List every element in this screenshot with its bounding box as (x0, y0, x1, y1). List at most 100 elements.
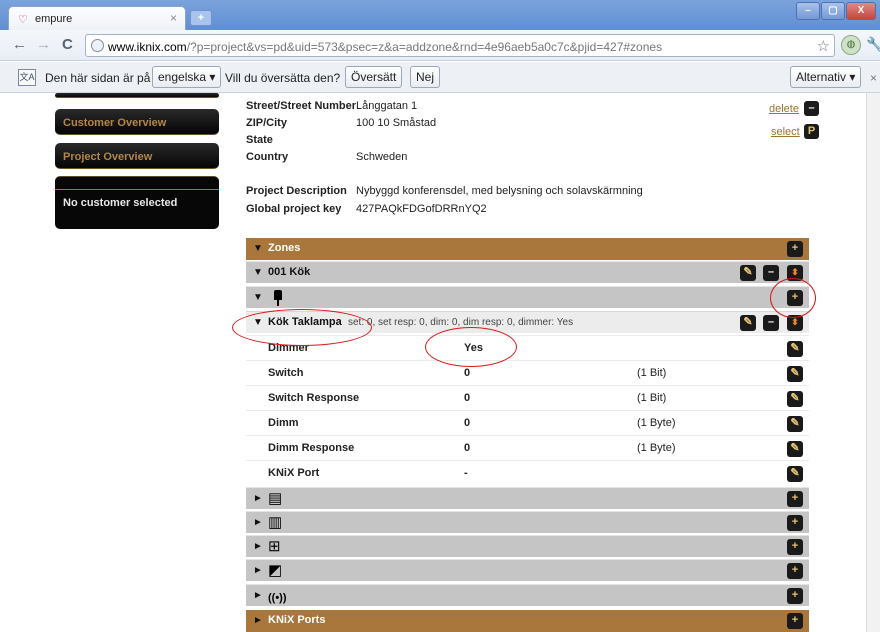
select-project-icon[interactable]: P (804, 124, 819, 139)
edit-property-icon[interactable]: ✎ (787, 391, 803, 407)
devices-icon: ◩ (268, 562, 283, 579)
translate-close-icon[interactable]: × (870, 71, 877, 85)
lamp-icon (274, 290, 282, 306)
wireless-category-row[interactable]: ► ((•)) + (246, 584, 809, 606)
annotation-circle (770, 278, 816, 318)
edit-device-icon[interactable]: ✎ (740, 315, 756, 331)
property-row: Dimm 0 (1 Byte) ✎ (246, 410, 809, 435)
project-overview-button[interactable]: Project Overview (55, 143, 219, 169)
collapse-arrow-icon[interactable]: ► (253, 517, 263, 528)
devices-category-row[interactable]: ► ◩ + (246, 559, 809, 581)
wrench-menu-icon[interactable]: 🔧 (866, 36, 880, 53)
add-device-button[interactable]: + (787, 491, 803, 507)
add-device-button[interactable]: + (787, 515, 803, 531)
window-controls: – ▢ X (796, 2, 876, 20)
extension-icon[interactable]: ◍ (841, 35, 861, 55)
description-label: Project Description (246, 185, 347, 197)
project-key-label: Global project key (246, 203, 342, 215)
collapse-arrow-icon[interactable]: ► (253, 565, 263, 576)
reload-icon[interactable]: C (62, 37, 73, 53)
delete-link[interactable]: delete (769, 103, 799, 115)
collapse-arrow-icon[interactable]: ► (253, 493, 263, 504)
edit-zone-icon[interactable]: ✎ (740, 265, 756, 281)
property-row: KNiX Port - ✎ (246, 460, 809, 485)
zone-row[interactable]: ▼ 001 Kök ✎ – ⬍ (246, 261, 809, 283)
property-name: Switch Response (268, 392, 360, 404)
add-device-button[interactable]: + (787, 539, 803, 555)
street-value: Långgatan 1 (356, 100, 418, 112)
no-customer-text: No customer selected (63, 197, 178, 209)
computers-category-row[interactable]: ► ⊞ + (246, 535, 809, 557)
add-port-button[interactable]: + (787, 613, 803, 629)
bookmark-star-icon[interactable]: ☆ (817, 37, 830, 55)
knix-ports-row[interactable]: ► KNiX Ports + (246, 610, 809, 632)
customer-panel: No customer selected (55, 176, 219, 229)
url-text: www.iknix.com/?p=project&vs=pd&uid=573&p… (108, 40, 663, 54)
expand-arrow-icon[interactable]: ▼ (253, 243, 263, 254)
blinds-icon: ▤ (268, 490, 283, 507)
minimize-button[interactable]: – (796, 2, 820, 20)
zones-header-row[interactable]: ▼ Zones + (246, 238, 809, 260)
lighting-category-row[interactable]: ▼ + (246, 286, 809, 308)
page-scrollbar[interactable] (866, 93, 880, 632)
close-window-button[interactable]: X (846, 2, 876, 20)
add-device-button[interactable]: + (787, 588, 803, 604)
property-size: (1 Byte) (637, 442, 676, 454)
collapse-arrow-icon[interactable]: ► (253, 541, 263, 552)
collapse-arrow-icon[interactable]: ► (253, 615, 263, 626)
site-favicon-icon: ♡ (18, 14, 28, 26)
property-name: Dimm (268, 417, 299, 429)
select-link[interactable]: select (771, 126, 800, 138)
property-value: 0 (464, 392, 471, 404)
translate-button[interactable]: Översätt (345, 66, 403, 88)
expand-arrow-icon[interactable]: ▼ (253, 267, 263, 278)
description-value: Nybyggd konferensdel, med belysning och … (356, 185, 643, 197)
country-label: Country (246, 151, 289, 163)
country-value: Schweden (356, 151, 408, 163)
property-size: (1 Bit) (637, 392, 667, 404)
back-icon[interactable]: ← (12, 37, 27, 53)
language-select[interactable]: engelska ▾ (152, 66, 222, 88)
property-row: Switch 0 (1 Bit) ✎ (246, 360, 809, 385)
customer-overview-button[interactable]: Customer Overview (55, 109, 219, 135)
edit-property-icon[interactable]: ✎ (787, 366, 803, 382)
expand-arrow-icon[interactable]: ▼ (253, 292, 263, 303)
collapse-arrow-icon[interactable]: ► (253, 590, 263, 601)
edit-property-icon[interactable]: ✎ (787, 341, 803, 357)
zip-value: 100 10 Småstad (356, 117, 437, 129)
radiator-category-row[interactable]: ► ▥ + (246, 511, 809, 533)
window-titlebar: ♡ empure × + – ▢ X (0, 0, 880, 30)
maximize-button[interactable]: ▢ (821, 2, 845, 20)
remove-device-icon[interactable]: – (763, 315, 779, 331)
panel-divider (55, 189, 219, 190)
tab-close-icon[interactable]: × (170, 11, 177, 25)
browser-tab[interactable]: ♡ empure × (8, 6, 186, 30)
new-tab-button[interactable]: + (190, 10, 212, 26)
zip-label: ZIP/City (246, 117, 287, 129)
add-device-button[interactable]: + (787, 563, 803, 579)
translate-options-button[interactable]: Alternativ ▾ (790, 66, 862, 88)
property-value: 0 (464, 367, 471, 379)
project-key-value: 427PAQkFDGofDRRnYQ2 (356, 203, 487, 215)
no-translate-button[interactable]: Nej (410, 66, 441, 88)
property-row: Switch Response 0 (1 Bit) ✎ (246, 385, 809, 410)
translate-prefix: Den här sidan är på (45, 71, 151, 85)
edit-property-icon[interactable]: ✎ (787, 466, 803, 482)
blinds-category-row[interactable]: ► ▤ + (246, 487, 809, 509)
edit-property-icon[interactable]: ✎ (787, 441, 803, 457)
address-bar[interactable]: www.iknix.com/?p=project&vs=pd&uid=573&p… (85, 34, 835, 57)
device-meta: set: 0, set resp: 0, dim: 0, dim resp: 0… (348, 317, 574, 328)
zone-name: 001 Kök (268, 266, 311, 278)
property-name: KNiX Port (268, 467, 320, 479)
add-zone-button[interactable]: + (787, 241, 803, 257)
remove-zone-icon[interactable]: – (763, 265, 779, 281)
property-value: 0 (464, 417, 471, 429)
edit-property-icon[interactable]: ✎ (787, 416, 803, 432)
delete-icon[interactable]: – (804, 101, 819, 116)
property-name: Dimm Response (268, 442, 355, 454)
page-info-icon[interactable] (91, 39, 104, 52)
property-size: (1 Bit) (637, 367, 667, 379)
sidebar-top-button[interactable] (55, 93, 219, 98)
state-label: State (246, 134, 273, 146)
forward-icon[interactable]: → (36, 37, 51, 53)
